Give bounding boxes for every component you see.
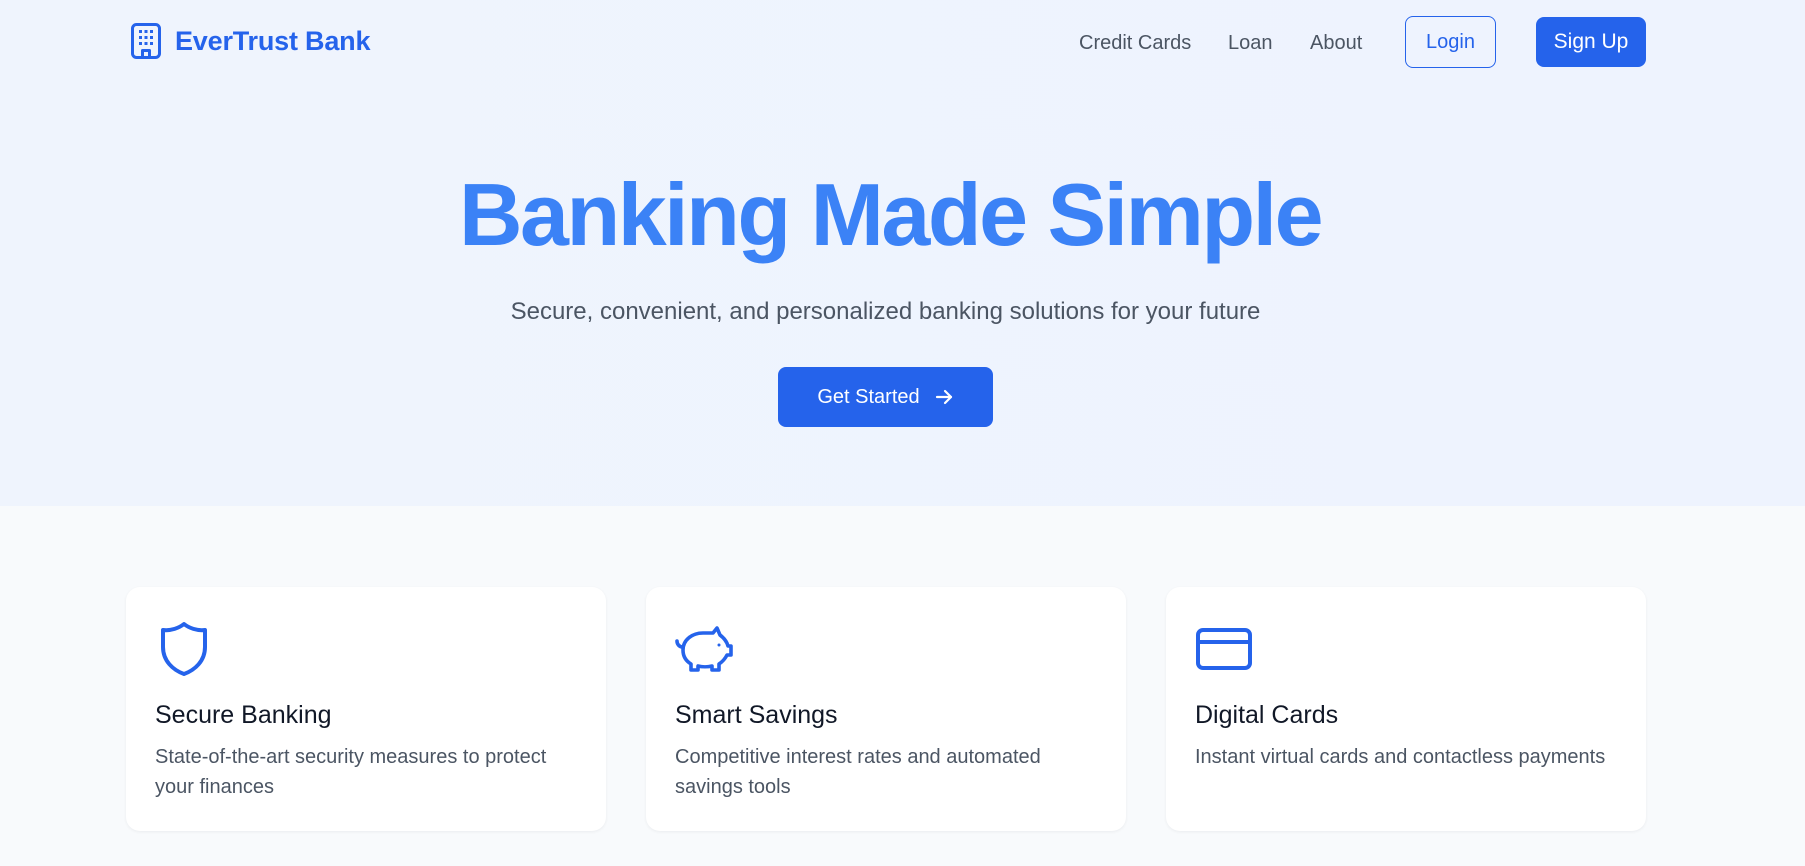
hero-title: Banking Made Simple [458, 165, 1324, 264]
brand-name: EverTrust Bank [175, 25, 371, 56]
feature-description: State-of-the-art security measures to pr… [155, 746, 547, 798]
feature-title: Secure Banking [155, 701, 332, 729]
get-started-label: Get Started [817, 385, 920, 408]
feature-description: Competitive interest rates and automated… [675, 746, 1041, 798]
feature-card-digital-cards: Digital Cards Instant virtual cards and … [1166, 587, 1646, 831]
piggy-bank-icon [675, 620, 733, 678]
login-button[interactable]: Login [1405, 16, 1496, 68]
brand-logo[interactable]: EverTrust Bank [129, 22, 370, 60]
feature-description: Instant virtual cards and contactless pa… [1195, 746, 1606, 768]
feature-title: Digital Cards [1195, 701, 1339, 729]
signup-button[interactable]: Sign Up [1536, 17, 1646, 67]
top-nav: EverTrust Bank Credit Cards Loan About L… [0, 0, 1805, 84]
credit-card-icon [1195, 620, 1253, 678]
building-icon [129, 22, 163, 60]
shield-icon [155, 620, 213, 678]
nav-link-about[interactable]: About [1310, 29, 1362, 57]
feature-title: Smart Savings [675, 701, 838, 729]
page: EverTrust Bank Credit Cards Loan About L… [0, 0, 1805, 866]
feature-card-secure-banking: Secure Banking State-of-the-art security… [126, 587, 606, 831]
arrow-right-icon [934, 387, 954, 407]
feature-card-smart-savings: Smart Savings Competitive interest rates… [646, 587, 1126, 831]
hero-subtitle: Secure, convenient, and personalized ban… [510, 298, 1261, 325]
nav-link-credit-cards[interactable]: Credit Cards [1079, 29, 1191, 57]
get-started-button[interactable]: Get Started [778, 367, 993, 427]
nav-link-loan[interactable]: Loan [1228, 29, 1273, 57]
